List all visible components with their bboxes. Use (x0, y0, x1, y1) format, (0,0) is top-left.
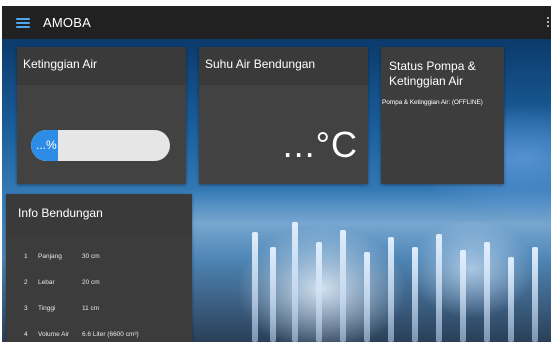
water-level-progress-bar: ...% (31, 130, 170, 161)
dam-info-card-title: Info Bendungan (6, 194, 192, 234)
water-level-card-body: ...% (17, 85, 186, 184)
row-key: Panjang (38, 252, 62, 260)
water-level-card: Ketinggian Air ...% (17, 47, 186, 184)
table-row: 4 Volume Air 6.6 Liter (6600 cm³) (6, 321, 192, 342)
row-key: Lebar (38, 278, 55, 286)
row-index: 1 (24, 252, 28, 260)
dam-info-card: Info Bendungan 1 Panjang 30 cm 2 Lebar 2… (6, 194, 192, 342)
row-key: Volume Air (38, 330, 70, 338)
pump-status-card-title: Status Pompa & Ketinggian Air (381, 47, 504, 97)
hamburger-menu-icon[interactable] (16, 17, 30, 28)
row-index: 3 (24, 304, 28, 312)
row-index: 4 (24, 330, 28, 338)
row-value: 11 cm (82, 304, 100, 312)
table-row: 2 Lebar 20 cm (6, 269, 192, 295)
more-vert-icon[interactable] (547, 17, 550, 27)
row-value: 6.6 Liter (6600 cm³) (82, 330, 139, 338)
pump-status-card: Status Pompa & Ketinggian Air Pompa & Ke… (381, 47, 504, 184)
row-value: 30 cm (82, 252, 100, 260)
app-screen: AMOBA Ketinggian Air ...% Suhu Air Bendu… (0, 0, 551, 342)
table-row: 3 Tinggi 11 cm (6, 295, 192, 321)
app-title: AMOBA (43, 15, 91, 30)
dam-info-table: 1 Panjang 30 cm 2 Lebar 20 cm 3 Tinggi 1… (6, 234, 192, 342)
app-bar: AMOBA (2, 6, 551, 39)
table-row: 1 Panjang 30 cm (6, 243, 192, 269)
row-value: 20 cm (82, 278, 100, 286)
row-index: 2 (24, 278, 28, 286)
water-level-progress-text: ...% (36, 138, 57, 152)
water-temperature-card-title: Suhu Air Bendungan (199, 47, 368, 85)
water-temperature-value: ...°C (282, 124, 358, 165)
row-key: Tinggi (38, 304, 56, 312)
pump-status-text: Pompa & Ketinggian Air: (OFFLINE) (382, 99, 483, 106)
water-temperature-card: Suhu Air Bendungan ...°C (199, 47, 368, 184)
water-level-card-title: Ketinggian Air (17, 47, 186, 85)
water-temperature-card-body: ...°C (199, 85, 368, 184)
